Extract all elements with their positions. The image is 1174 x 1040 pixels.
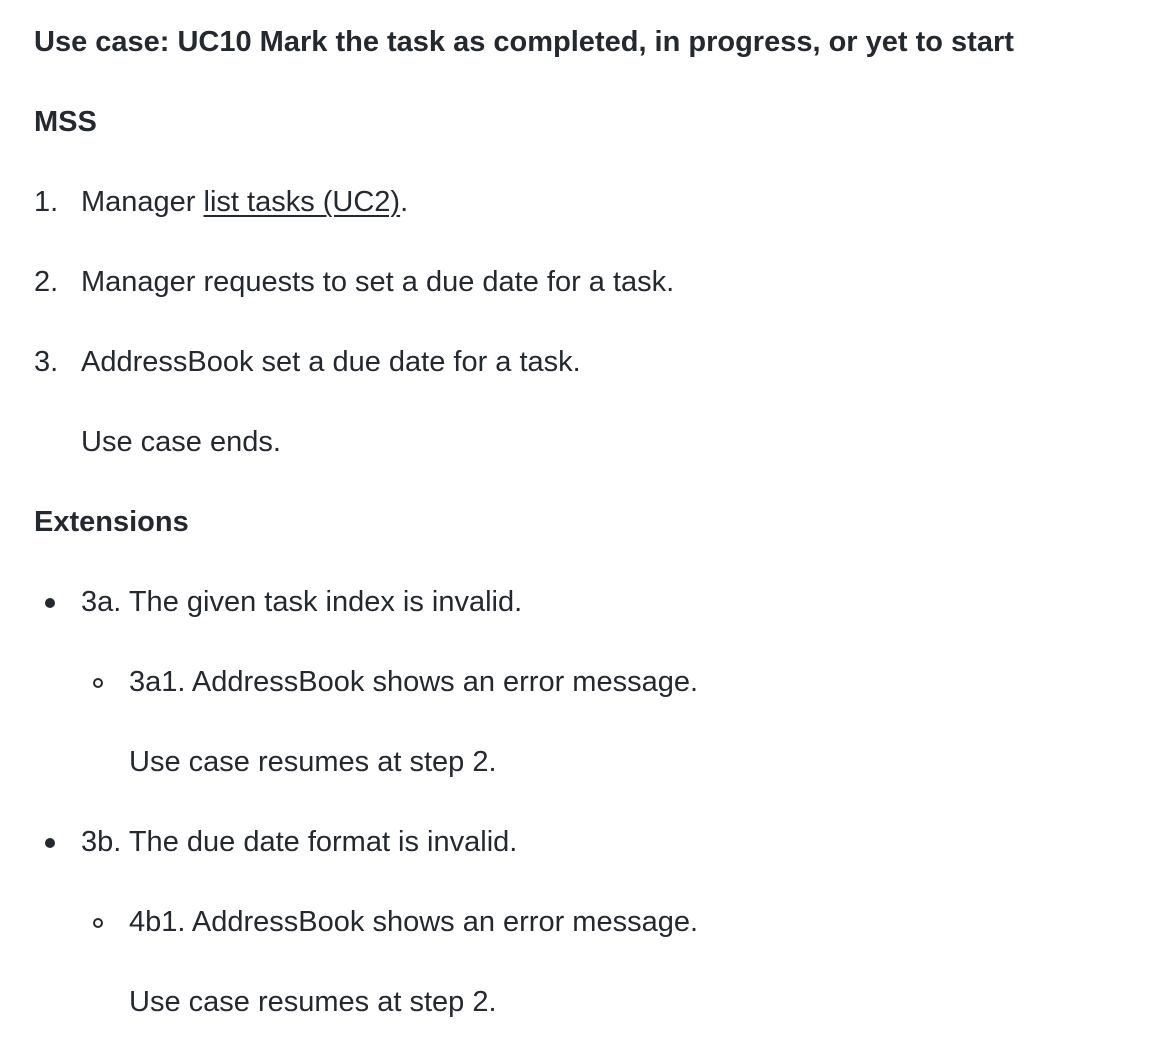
bullet-circle-icon	[93, 678, 103, 688]
extension-sub-note: Use case resumes at step 2.	[129, 986, 497, 1018]
mss-heading: MSS	[34, 106, 97, 138]
extensions-heading: Extensions	[34, 506, 189, 538]
step-number: 3.	[34, 346, 59, 378]
extension-sub-text: 3a1. AddressBook shows an error message.	[129, 666, 699, 698]
extension-text: 3b. The due date format is invalid.	[81, 826, 518, 858]
bullet-disc-icon	[45, 598, 55, 608]
bullet-circle-icon	[93, 918, 103, 928]
step-number: 2.	[34, 266, 59, 298]
mss-end-text: Use case ends.	[81, 426, 281, 458]
list-tasks-link[interactable]: list tasks (UC2)	[204, 186, 401, 218]
step-suffix: .	[400, 186, 409, 218]
use-case-title: Use case: UC10 Mark the task as complete…	[34, 26, 1014, 58]
step-number: 1.	[34, 186, 59, 218]
step-text: Manager list tasks (UC2).	[81, 182, 408, 222]
step-text: AddressBook set a due date for a task.	[81, 346, 581, 378]
extension-text: 3a. The given task index is invalid.	[81, 586, 523, 618]
step-text: Manager requests to set a due date for a…	[81, 266, 675, 298]
step-prefix: Manager	[81, 186, 204, 218]
bullet-disc-icon	[45, 838, 55, 848]
extension-sub-note: Use case resumes at step 2.	[129, 746, 497, 778]
extension-sub-text: 4b1. AddressBook shows an error message.	[129, 906, 699, 938]
